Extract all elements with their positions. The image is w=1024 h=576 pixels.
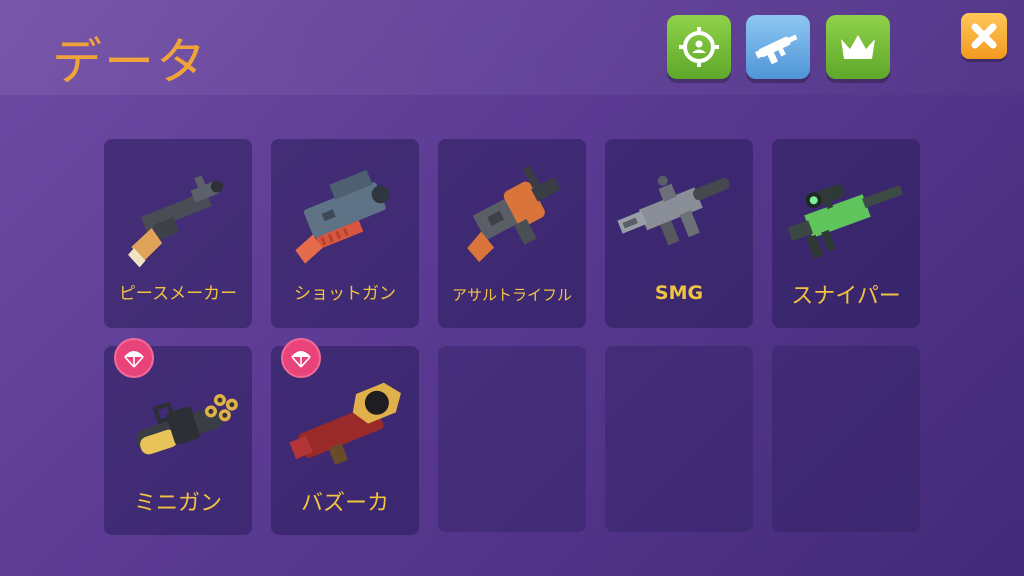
- sniper-icon: [787, 184, 904, 259]
- weapon-card-sniper[interactable]: スナイパー: [772, 139, 920, 328]
- weapon-card-peacemaker[interactable]: ピースメーカー: [104, 139, 252, 328]
- empty-slot: [438, 346, 586, 532]
- pistol-icon: [128, 175, 223, 268]
- weapon-card-bazooka[interactable]: バズーカ: [271, 338, 419, 535]
- shotgun-icon: [295, 169, 390, 264]
- weapon-label: ピースメーカー: [118, 284, 238, 304]
- weapon-card-shotgun[interactable]: ショットガン: [271, 139, 419, 328]
- weapon-label: スナイパー: [791, 284, 901, 309]
- crown-button[interactable]: [826, 15, 890, 79]
- assault-rifle-icon: [467, 165, 561, 263]
- weapon-label: バズーカ: [300, 491, 389, 516]
- page-title: データ: [52, 33, 208, 91]
- weapon-card-smg[interactable]: SMG: [605, 139, 753, 328]
- target-button[interactable]: [667, 15, 731, 79]
- empty-slot: [772, 346, 920, 532]
- close-icon: [971, 23, 997, 49]
- weapon-button[interactable]: [746, 15, 810, 79]
- weapon-grid: ピースメーカー ショットガン アサルトライフル SMG スナイパー ミニガン バ…: [104, 139, 920, 535]
- close-button[interactable]: [961, 13, 1007, 59]
- smg-icon: [617, 175, 730, 246]
- gun-icon: [755, 34, 798, 65]
- bazooka-icon: [289, 382, 401, 465]
- weapon-label: ショットガン: [294, 284, 396, 304]
- empty-slot: [605, 346, 753, 532]
- weapon-label: SMG: [654, 282, 704, 304]
- minigun-icon: [136, 394, 238, 455]
- crown-icon: [841, 35, 875, 59]
- weapon-label: アサルトライフル: [451, 286, 572, 304]
- weapon-card-assault-rifle[interactable]: アサルトライフル: [438, 139, 586, 328]
- crosshair-person-icon: [679, 27, 719, 67]
- weapon-card-minigun[interactable]: ミニガン: [104, 338, 252, 535]
- weapon-label: ミニガン: [133, 491, 222, 516]
